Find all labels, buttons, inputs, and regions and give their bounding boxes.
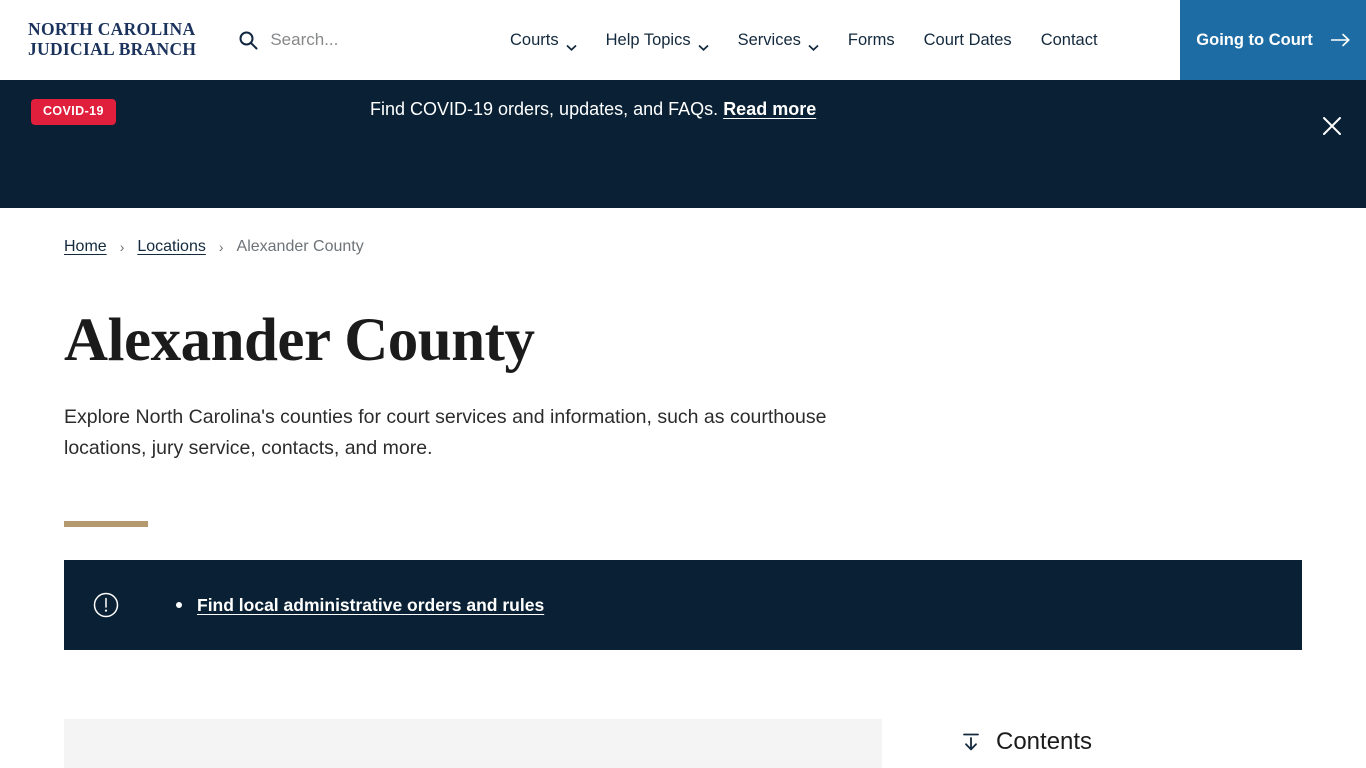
search-input[interactable] [270, 26, 501, 54]
nav-item-label: Help Topics [605, 30, 691, 49]
local-orders-link[interactable]: Find local administrative orders and rul… [197, 595, 544, 616]
nav-item-label: Contact [1040, 30, 1098, 49]
covid-banner-message: Find COVID-19 orders, updates, and FAQs.… [370, 98, 816, 121]
nav-item-help-topics[interactable]: Help Topics [605, 30, 709, 51]
chevron-down-icon [808, 37, 819, 51]
chevron-down-icon [698, 37, 709, 51]
site-header: NORTH CAROLINA JUDICIAL BRANCH Courts He… [0, 0, 1366, 80]
lower-section: Contents [64, 719, 1302, 768]
close-icon[interactable] [1318, 112, 1346, 140]
covid-read-more-link[interactable]: Read more [723, 99, 816, 119]
alert-link-list: Find local administrative orders and rul… [176, 595, 544, 616]
exclamation-circle-icon [92, 591, 120, 619]
chevron-down-icon [566, 37, 577, 51]
cta-label: Going to Court [1196, 30, 1313, 49]
search-bar[interactable] [238, 26, 501, 54]
covid-message-text: Find COVID-19 orders, updates, and FAQs. [370, 99, 719, 119]
logo-line-1: NORTH CAROLINA [28, 19, 196, 40]
nav-item-contact[interactable]: Contact [1041, 31, 1098, 50]
nav-item-label: Courts [510, 30, 559, 49]
jump-to-icon [960, 731, 982, 753]
covid-badge: COVID-19 [31, 99, 116, 125]
contents-label: Contents [996, 728, 1093, 756]
main-navigation: Courts Help Topics Services Forms Court … [510, 0, 1098, 80]
breadcrumb-item-home[interactable]: Home [64, 238, 107, 256]
breadcrumb-separator-icon: › [119, 239, 125, 255]
nav-item-court-dates[interactable]: Court Dates [924, 31, 1012, 50]
breadcrumb-item-current: Alexander County [236, 238, 364, 255]
nav-item-label: Services [737, 30, 801, 49]
breadcrumb-separator-icon: › [218, 239, 224, 255]
bullet-icon [176, 602, 182, 609]
nav-item-label: Forms [847, 30, 895, 49]
list-item: Find local administrative orders and rul… [176, 595, 544, 616]
page-title: Alexander County [64, 307, 535, 374]
site-logo[interactable]: NORTH CAROLINA JUDICIAL BRANCH [28, 20, 196, 59]
going-to-court-button[interactable]: Going to Court [1180, 0, 1366, 80]
nav-item-forms[interactable]: Forms [848, 31, 895, 50]
nav-item-courts[interactable]: Courts [510, 30, 577, 51]
page-description: Explore North Carolina's counties for co… [64, 406, 827, 460]
breadcrumb-item-locations[interactable]: Locations [137, 238, 206, 256]
nav-item-label: Court Dates [923, 30, 1012, 49]
local-orders-alert: Find local administrative orders and rul… [64, 560, 1302, 651]
logo-line-2: JUDICIAL BRANCH [28, 39, 197, 59]
search-icon[interactable] [238, 30, 258, 50]
covid-alert-banner: COVID-19 Find COVID-19 orders, updates, … [0, 80, 1366, 208]
contents-toggle[interactable]: Contents [960, 728, 1092, 756]
main-content: Home › Locations › Alexander County Alex… [0, 208, 1366, 768]
section-divider [64, 521, 148, 528]
nav-item-services[interactable]: Services [737, 30, 819, 51]
breadcrumb: Home › Locations › Alexander County [64, 208, 1302, 256]
arrow-right-icon [1330, 33, 1350, 47]
content-placeholder-panel [64, 719, 882, 768]
